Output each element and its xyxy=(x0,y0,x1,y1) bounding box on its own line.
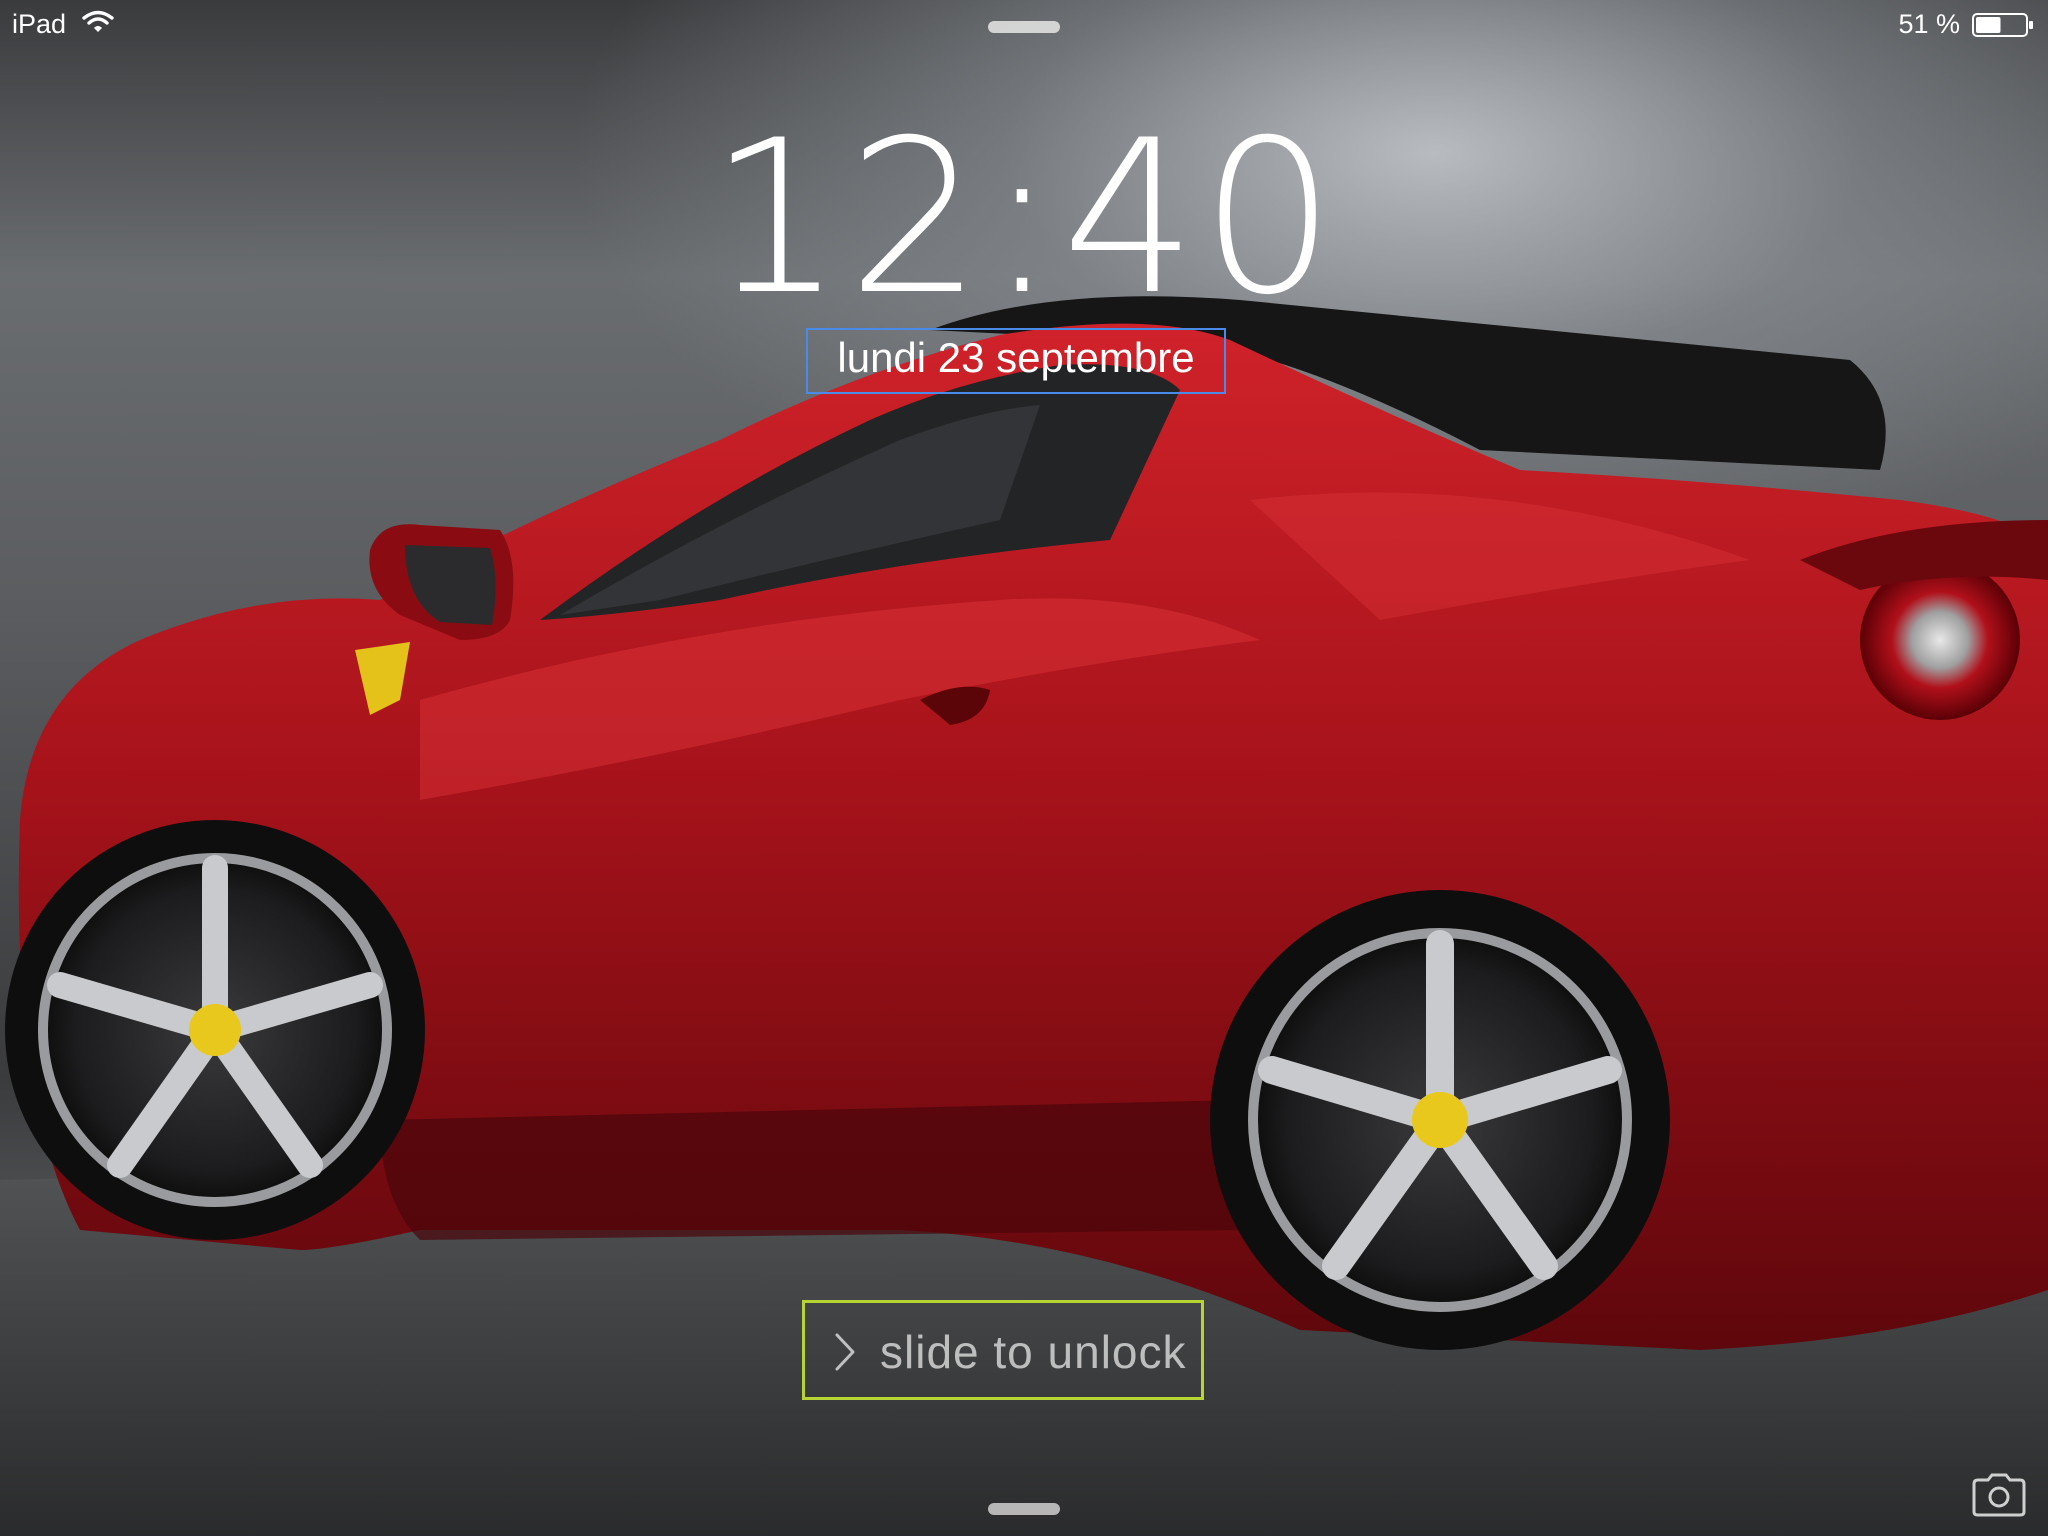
notification-center-grabber[interactable] xyxy=(988,21,1060,33)
slide-to-unlock-label: slide to unlock xyxy=(880,1326,1187,1378)
wifi-icon xyxy=(82,10,114,32)
device-name: iPad xyxy=(12,9,67,39)
lock-date: lundi 23 septembre xyxy=(837,334,1195,381)
lock-clock: 12:40 xyxy=(708,94,1340,341)
control-center-grabber[interactable] xyxy=(988,1503,1060,1515)
camera-icon[interactable] xyxy=(1970,1472,2028,1518)
chevron-right-icon xyxy=(835,1333,855,1371)
battery-icon xyxy=(1972,13,2033,37)
battery-percent: 51 % xyxy=(1898,9,1960,39)
lock-screen: iPad 51 % 12:40 lundi 23 septembre slide… xyxy=(0,0,2048,1536)
